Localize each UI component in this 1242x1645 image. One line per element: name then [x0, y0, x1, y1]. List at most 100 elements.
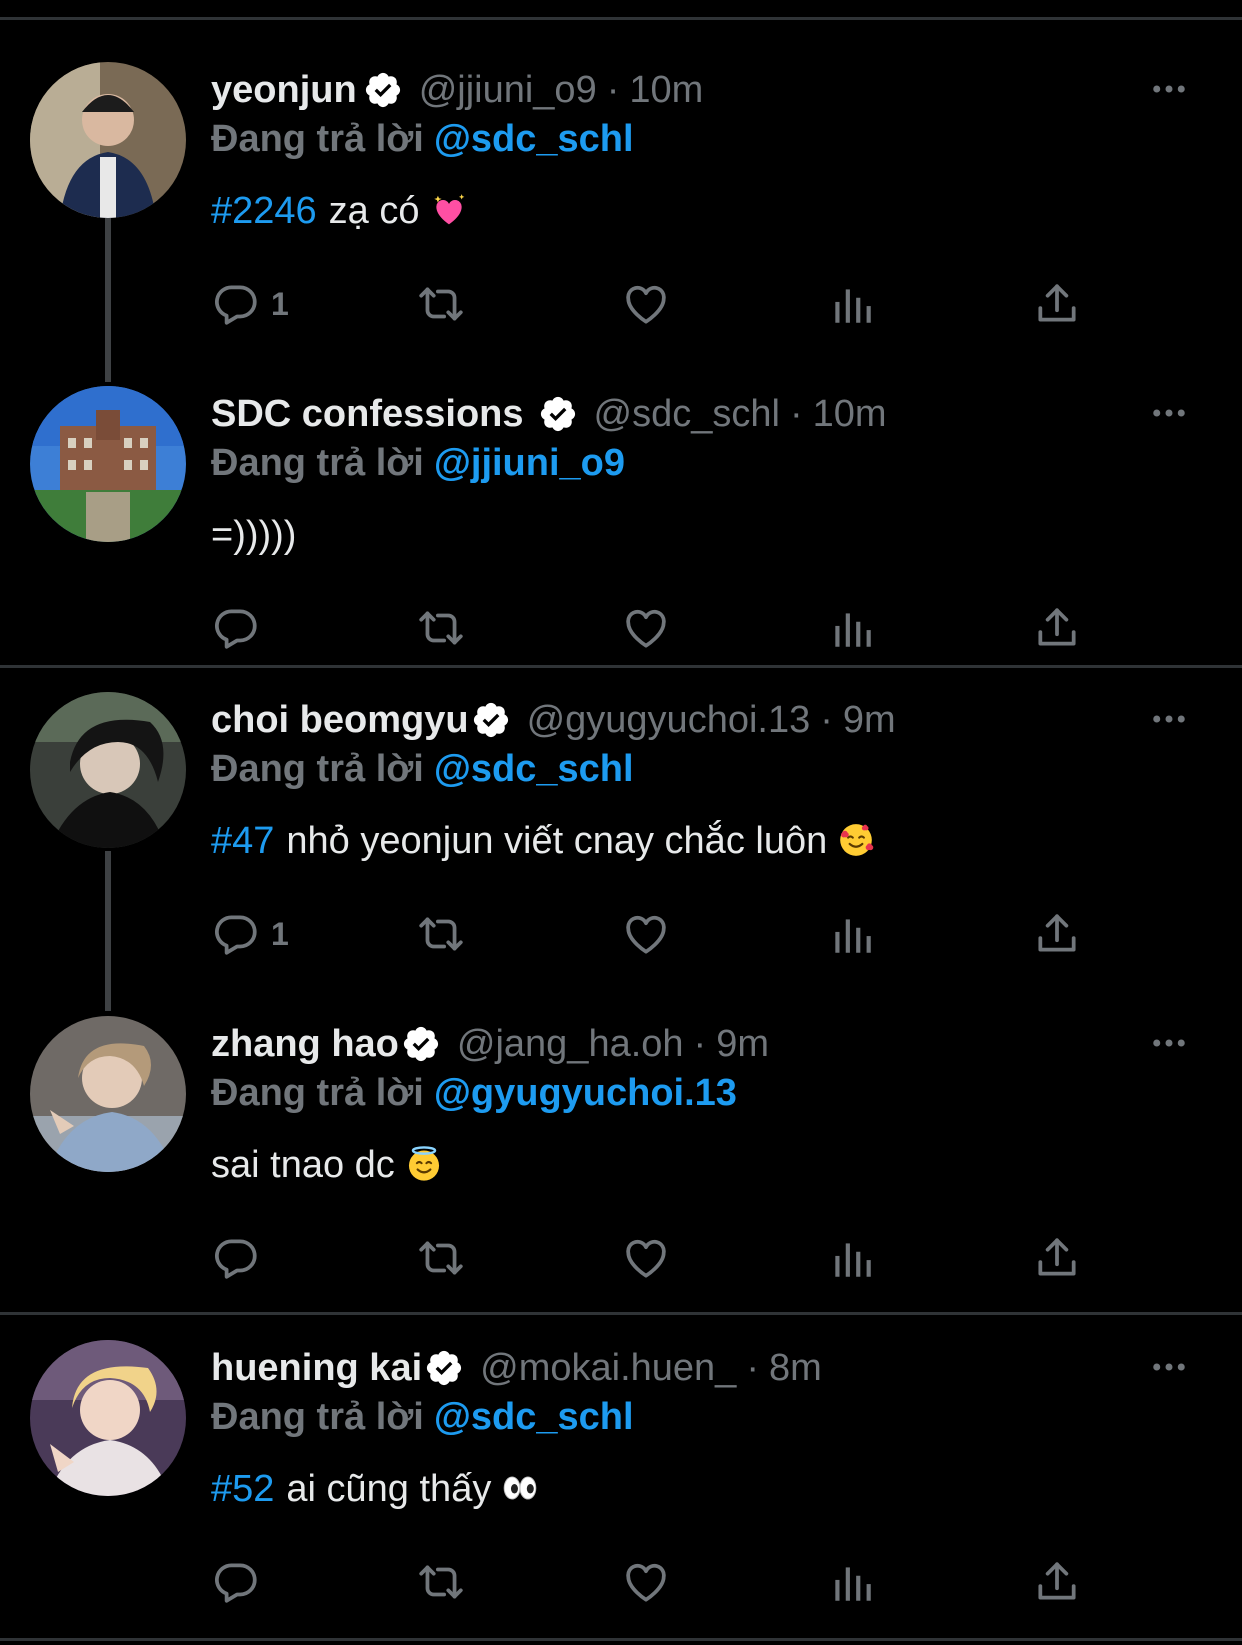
author-name[interactable]: huening kai: [211, 1347, 422, 1390]
heart-icon: [621, 1557, 671, 1607]
verified-badge-icon: [538, 394, 578, 434]
author-handle[interactable]: @sdc_schl: [594, 393, 780, 436]
share-button[interactable]: [1032, 906, 1082, 962]
smiling-face-with-halo-icon: [405, 1145, 443, 1183]
reply-mention-link[interactable]: @gyugyuchoi.13: [434, 1072, 737, 1114]
tweet-actions: 1: [211, 906, 1111, 962]
share-button[interactable]: [1032, 1230, 1082, 1286]
timestamp[interactable]: 10m: [813, 393, 887, 436]
avatar[interactable]: [30, 692, 186, 848]
views-button[interactable]: [827, 600, 877, 656]
retweet-icon: [416, 279, 466, 329]
share-button[interactable]: [1032, 276, 1082, 332]
tweet-actions: [211, 1554, 1111, 1610]
views-button[interactable]: [827, 276, 877, 332]
replying-to: Đang trả lời @sdc_schl: [211, 1396, 634, 1439]
separator-dot: ·: [789, 392, 803, 435]
views-button[interactable]: [827, 906, 877, 962]
like-button[interactable]: [621, 906, 671, 962]
more-options-icon[interactable]: [1148, 698, 1190, 740]
share-icon: [1032, 909, 1082, 959]
more-options-icon[interactable]: [1148, 392, 1190, 434]
reply-icon: [211, 279, 261, 329]
like-button[interactable]: [621, 1554, 671, 1610]
retweet-button[interactable]: [416, 600, 466, 656]
hashtag-link[interactable]: #2246: [211, 190, 317, 232]
author-name[interactable]: zhang hao: [211, 1023, 399, 1066]
reply-button[interactable]: [211, 600, 261, 656]
heart-icon: [621, 909, 671, 959]
separator-dot: ·: [820, 698, 833, 741]
reply-mention-link[interactable]: @sdc_schl: [434, 118, 634, 160]
reply-icon: [211, 909, 261, 959]
author-name[interactable]: yeonjun: [211, 69, 357, 112]
separator-dot: ·: [693, 1022, 707, 1065]
reply-button[interactable]: [211, 1554, 261, 1610]
replying-to: Đang trả lời @sdc_schl: [211, 748, 634, 791]
retweet-button[interactable]: [416, 276, 466, 332]
more-options-icon[interactable]: [1148, 68, 1190, 110]
tweet-header: choi beomgyu @gyugyuchoi.13 · 9m: [211, 696, 896, 744]
separator-dot: ·: [606, 68, 620, 111]
avatar[interactable]: [30, 1340, 186, 1496]
replying-to-label: Đang trả lời: [211, 1072, 424, 1114]
reply-icon: [211, 1557, 261, 1607]
views-button[interactable]: [827, 1554, 877, 1610]
views-button[interactable]: [827, 1230, 877, 1286]
reply-button[interactable]: 1: [211, 276, 289, 332]
reply-mention-link[interactable]: @sdc_schl: [434, 748, 634, 790]
verified-badge-icon: [471, 700, 511, 740]
tweet-text: #52 ai cũng thấy: [211, 1468, 539, 1511]
retweet-button[interactable]: [416, 1230, 466, 1286]
tweet-actions: [211, 1230, 1111, 1286]
author-handle[interactable]: @jjiuni_o9: [419, 69, 597, 112]
reply-button[interactable]: [211, 1230, 261, 1286]
timestamp[interactable]: 9m: [716, 1023, 769, 1066]
replying-to: Đang trả lời @gyugyuchoi.13: [211, 1072, 737, 1115]
author-name[interactable]: choi beomgyu: [211, 699, 469, 742]
timestamp[interactable]: 8m: [769, 1347, 822, 1390]
smiling-face-with-hearts-icon: [837, 821, 875, 859]
tweet-text: #2246 zạ có: [211, 190, 468, 233]
analytics-icon: [827, 909, 877, 959]
author-handle[interactable]: @mokai.huen_: [480, 1347, 736, 1390]
top-divider: [0, 17, 1242, 20]
share-button[interactable]: [1032, 600, 1082, 656]
replying-to-label: Đang trả lời: [211, 1396, 424, 1438]
retweet-button[interactable]: [416, 1554, 466, 1610]
hashtag-link[interactable]: #52: [211, 1468, 274, 1510]
more-options-icon[interactable]: [1148, 1022, 1190, 1064]
more-options-icon[interactable]: [1148, 1346, 1190, 1388]
like-button[interactable]: [621, 276, 671, 332]
tweet-header: SDC confessions @sdc_schl · 10m: [211, 390, 887, 438]
like-button[interactable]: [621, 1230, 671, 1286]
replying-to-label: Đang trả lời: [211, 442, 424, 484]
tweet-text-content: =))))): [211, 514, 297, 556]
avatar[interactable]: [30, 1016, 186, 1172]
retweet-button[interactable]: [416, 906, 466, 962]
analytics-icon: [827, 603, 877, 653]
avatar[interactable]: [30, 62, 186, 218]
replying-to: Đang trả lời @sdc_schl: [211, 118, 634, 161]
thread-connector: [105, 218, 111, 382]
reply-mention-link[interactable]: @sdc_schl: [434, 1396, 634, 1438]
like-button[interactable]: [621, 600, 671, 656]
reply-mention-link[interactable]: @jjiuni_o9: [434, 442, 625, 484]
tweet-text-content: ai cũng thấy: [286, 1468, 492, 1510]
timestamp[interactable]: 10m: [629, 69, 703, 112]
bottom-divider: [0, 1638, 1242, 1641]
avatar[interactable]: [30, 386, 186, 542]
retweet-icon: [416, 909, 466, 959]
author-handle[interactable]: @jang_ha.oh: [457, 1023, 684, 1066]
tweet-text: sai tnao dc: [211, 1144, 443, 1187]
eyes-icon: [501, 1469, 539, 1507]
author-name[interactable]: SDC confessions: [211, 393, 524, 436]
author-handle[interactable]: @gyugyuchoi.13: [527, 699, 811, 742]
timestamp[interactable]: 9m: [843, 699, 896, 742]
tweet-text-content: nhỏ yeonjun viết cnay chắc luôn: [286, 820, 828, 862]
reply-button[interactable]: 1: [211, 906, 289, 962]
hashtag-link[interactable]: #47: [211, 820, 274, 862]
share-button[interactable]: [1032, 1554, 1082, 1610]
reply-icon: [211, 603, 261, 653]
thread-divider: [0, 1312, 1242, 1315]
